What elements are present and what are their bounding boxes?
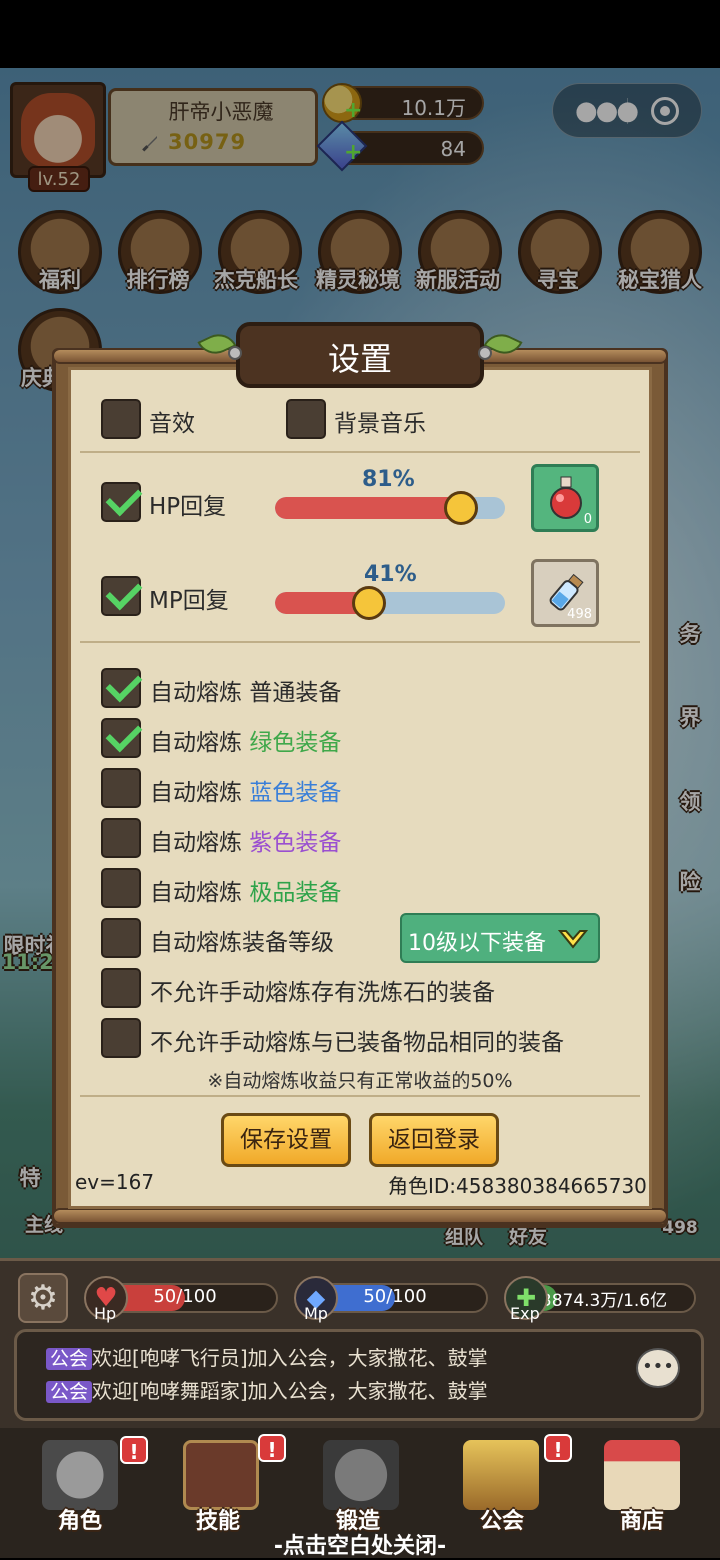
hp-recover-checkbox[interactable] bbox=[101, 479, 143, 522]
smelt-note: ※自动熔炼收益只有正常收益的50% bbox=[207, 1070, 513, 1092]
no-manual-same-label: 不允许手动熔炼与已装备物品相同的装备 bbox=[150, 1030, 564, 1056]
mp-bar-label: Mp bbox=[304, 1304, 328, 1323]
smelt-normal-label: 自动熔炼 普通装备 bbox=[150, 673, 341, 707]
alert-badge-icon: ! bbox=[120, 1436, 148, 1464]
smelt-blue-checkbox[interactable] bbox=[101, 768, 141, 808]
divider bbox=[80, 451, 640, 453]
scroll-rod-bottom bbox=[52, 1208, 668, 1224]
alert-badge-icon: ! bbox=[258, 1434, 286, 1462]
smelt-normal-checkbox[interactable] bbox=[101, 665, 143, 708]
hp-recover-label: HP回复 bbox=[149, 494, 227, 520]
mp-recover-checkbox[interactable] bbox=[101, 573, 143, 616]
smelt-prefix: 自动熔炼 bbox=[150, 730, 242, 756]
forge-icon[interactable] bbox=[323, 1440, 399, 1510]
role-id-text: 角色ID:458380384665730 bbox=[388, 1174, 647, 1198]
gear-icon[interactable]: ⚙ bbox=[18, 1273, 68, 1323]
mp-percent-text: 41% bbox=[364, 562, 417, 587]
smelt-prefix: 自动熔炼 bbox=[150, 880, 242, 906]
bg-music-label: 背景音乐 bbox=[334, 411, 426, 437]
smelt-green-checkbox[interactable] bbox=[101, 715, 143, 758]
smelt-purple-type: 紫色装备 bbox=[249, 830, 342, 856]
skill-icon[interactable] bbox=[183, 1440, 259, 1510]
checkmark-icon bbox=[105, 715, 143, 753]
guild-tag: 公会 bbox=[46, 1348, 93, 1370]
smelt-level-checkbox[interactable] bbox=[101, 918, 141, 958]
mp-potion-slot[interactable]: 498 bbox=[531, 559, 599, 627]
hp-slider-fill bbox=[275, 497, 462, 519]
hp-percent-text: 81% bbox=[362, 467, 415, 492]
divider bbox=[80, 641, 640, 643]
back-to-login-button[interactable]: 返回登录 bbox=[369, 1113, 499, 1167]
smelt-prefix: 自动熔炼 bbox=[150, 680, 242, 706]
shop-icon[interactable] bbox=[604, 1440, 680, 1510]
dialog-title: 设置 bbox=[327, 340, 392, 378]
exp-bar-label: Exp bbox=[510, 1304, 540, 1323]
chat-message: 欢迎[咆哮舞蹈家]加入公会，大家撒花、鼓掌 bbox=[92, 1379, 488, 1403]
equip-level-value: 10级以下装备 bbox=[408, 931, 546, 956]
smelt-normal-type: 普通装备 bbox=[249, 680, 342, 706]
save-settings-button[interactable]: 保存设置 bbox=[221, 1113, 351, 1167]
ev-text: ev=167 bbox=[75, 1170, 155, 1194]
smelt-level-label: 自动熔炼装备等级 bbox=[150, 930, 334, 956]
smelt-blue-type: 蓝色装备 bbox=[249, 780, 342, 806]
smelt-prefix: 自动熔炼 bbox=[150, 830, 242, 856]
smelt-prefix: 自动熔炼 bbox=[150, 780, 242, 806]
smelt-purple-label: 自动熔炼 紫色装备 bbox=[150, 823, 341, 857]
checkmark-icon bbox=[105, 479, 143, 517]
smelt-green-label: 自动熔炼 绿色装备 bbox=[150, 723, 341, 757]
chat-bubble-icon[interactable]: ••• bbox=[636, 1348, 680, 1388]
red-potion-icon bbox=[550, 476, 582, 519]
mp-recover-label: MP回复 bbox=[149, 588, 229, 614]
chat-line: 公会 欢迎[咆哮舞蹈家]加入公会，大家撒花、鼓掌 bbox=[46, 1375, 488, 1404]
sound-fx-label: 音效 bbox=[149, 411, 195, 437]
status-bar bbox=[0, 0, 720, 68]
mp-vial-count: 498 bbox=[567, 607, 592, 622]
close-hint: -点击空白处关闭- bbox=[273, 1534, 447, 1559]
smelt-elite-label: 自动熔炼 极品装备 bbox=[150, 873, 341, 907]
guild-icon[interactable] bbox=[463, 1440, 539, 1510]
equip-level-dropdown[interactable]: 10级以下装备 bbox=[400, 913, 600, 963]
chevron-down-icon bbox=[558, 930, 588, 949]
sound-fx-checkbox[interactable] bbox=[101, 399, 141, 439]
mp-slider-track[interactable] bbox=[275, 592, 505, 614]
chat-message: 欢迎[咆哮飞行员]加入公会，大家撒花、鼓掌 bbox=[92, 1346, 488, 1370]
no-manual-stone-checkbox[interactable] bbox=[101, 968, 141, 1008]
smelt-green-type: 绿色装备 bbox=[249, 730, 342, 756]
guild-tag: 公会 bbox=[46, 1381, 93, 1403]
smelt-elite-type: 极品装备 bbox=[249, 880, 342, 906]
chat-line: 公会 欢迎[咆哮飞行员]加入公会，大家撒花、鼓掌 bbox=[46, 1342, 488, 1371]
hp-potion-slot[interactable]: 0 bbox=[531, 464, 599, 532]
smelt-elite-checkbox[interactable] bbox=[101, 868, 141, 908]
character-icon[interactable] bbox=[42, 1440, 118, 1510]
checkmark-icon bbox=[105, 573, 143, 611]
divider bbox=[80, 1095, 640, 1097]
bg-music-checkbox[interactable] bbox=[286, 399, 326, 439]
hp-potion-count: 0 bbox=[583, 512, 592, 527]
no-manual-stone-label: 不允许手动熔炼存有洗炼石的装备 bbox=[150, 980, 495, 1006]
smelt-blue-label: 自动熔炼 蓝色装备 bbox=[150, 773, 341, 807]
no-manual-same-checkbox[interactable] bbox=[101, 1018, 141, 1058]
hp-bar-label: Hp bbox=[94, 1304, 117, 1323]
alert-badge-icon: ! bbox=[544, 1434, 572, 1462]
checkmark-icon bbox=[105, 665, 143, 703]
smelt-purple-checkbox[interactable] bbox=[101, 818, 141, 858]
